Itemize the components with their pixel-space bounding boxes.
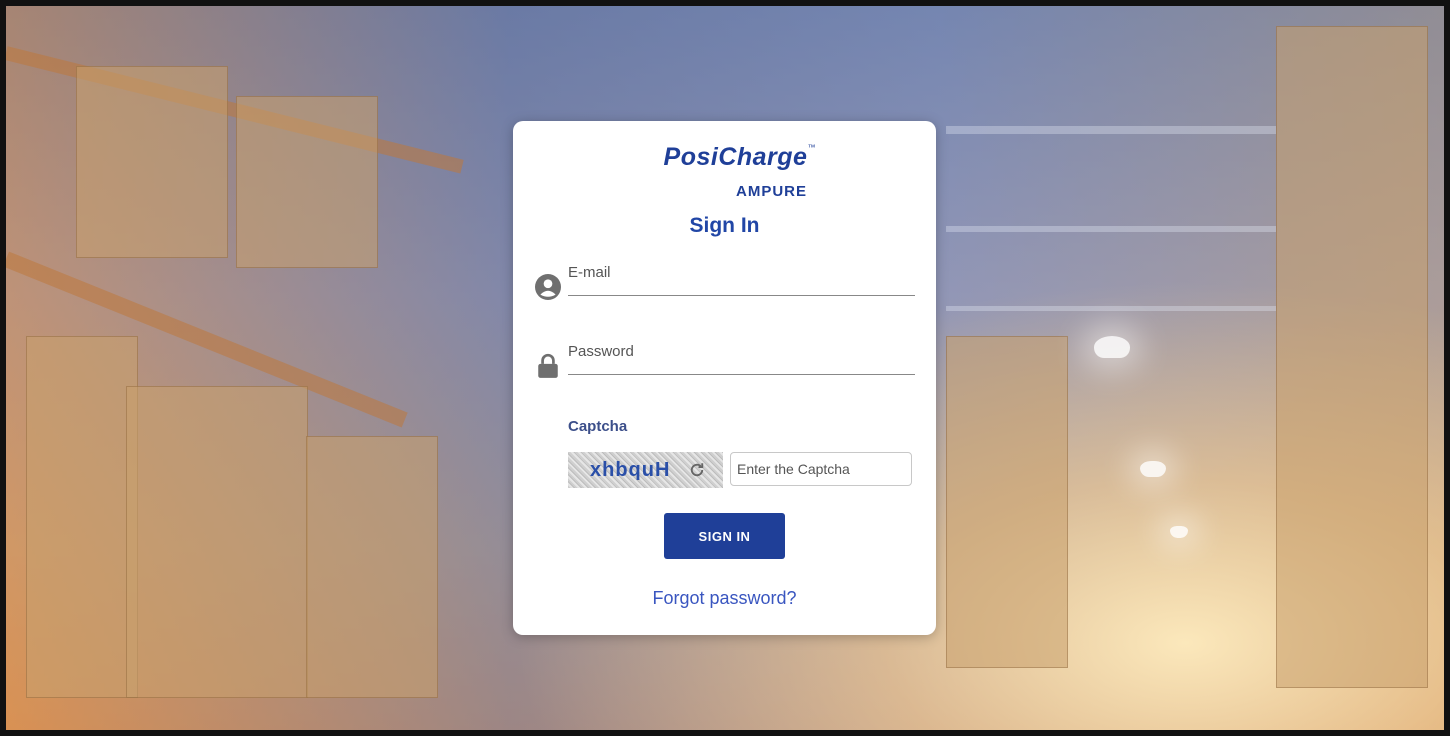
login-card: PosiCharge™ AMPURE Sign In E-mail Passwo…: [513, 121, 936, 635]
email-label: E-mail: [568, 264, 611, 281]
logo-wordmark: PosiCharge: [663, 143, 808, 171]
ceiling-truss: [946, 226, 1276, 232]
lock-icon: [538, 353, 558, 378]
box-stack: [76, 66, 228, 258]
box-stack: [946, 336, 1068, 668]
ceiling-truss: [946, 306, 1276, 311]
password-label: Password: [568, 343, 634, 360]
ceiling-lamp: [1170, 526, 1188, 538]
password-field[interactable]: Password: [535, 341, 915, 378]
ceiling-lamp: [1140, 461, 1166, 477]
ceiling-lamp: [1094, 336, 1130, 358]
email-field[interactable]: E-mail: [535, 262, 915, 300]
logo-trademark: ™: [807, 143, 816, 152]
page-title: Sign In: [689, 214, 760, 237]
box-stack: [236, 96, 378, 268]
sign-in-button[interactable]: SIGN IN: [664, 513, 785, 559]
box-stack: [126, 386, 308, 698]
password-underline: [568, 374, 915, 375]
refresh-icon[interactable]: [688, 461, 706, 479]
box-stack: [26, 336, 138, 698]
captcha-image: xhbquH: [568, 452, 723, 488]
box-stack: [1276, 26, 1428, 688]
captcha-text: xhbquH: [590, 459, 671, 481]
captcha-input[interactable]: [730, 452, 912, 486]
captcha-label: Captcha: [568, 418, 628, 435]
logo-subbrand: AMPURE: [736, 183, 808, 200]
email-underline: [568, 295, 915, 296]
box-stack: [306, 436, 438, 698]
rack-beam: [6, 46, 464, 174]
ceiling-truss: [946, 126, 1276, 134]
forgot-password-link[interactable]: Forgot password?: [513, 588, 936, 609]
brand-logo: PosiCharge™ AMPURE: [513, 143, 936, 200]
user-icon: [535, 274, 561, 300]
